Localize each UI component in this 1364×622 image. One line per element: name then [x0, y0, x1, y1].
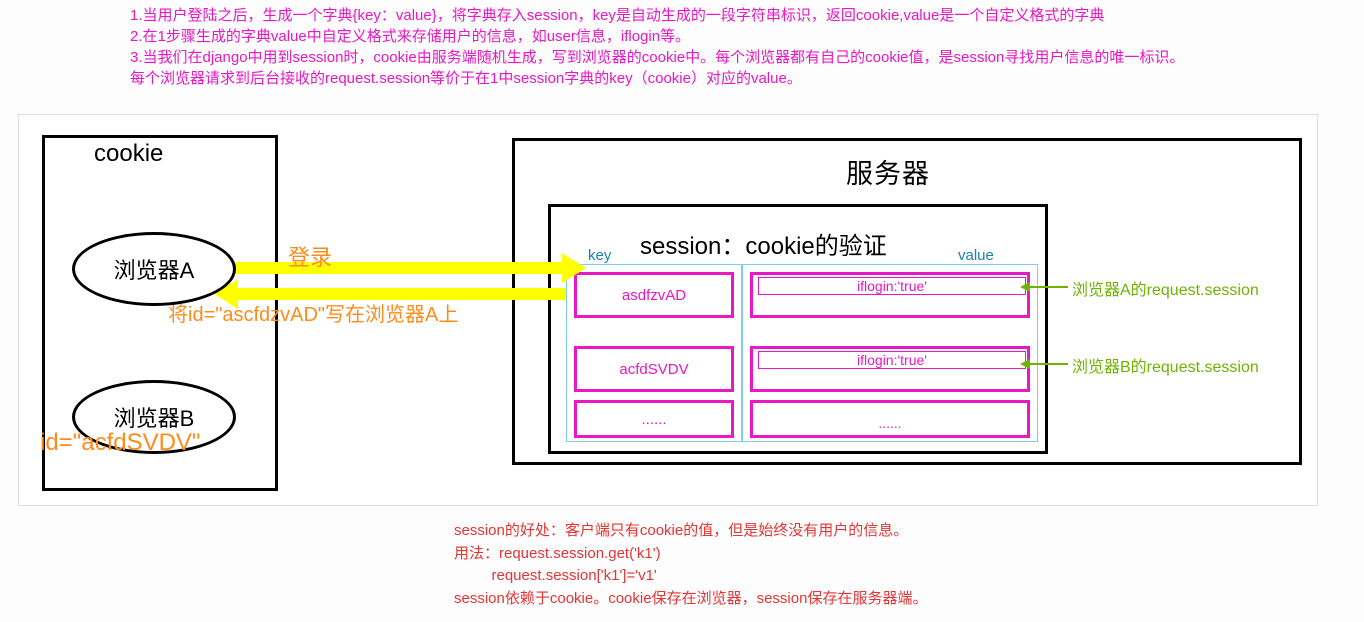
- bottom-line-2: 用法：request.session.get('k1'): [454, 543, 927, 566]
- session-value-2-inner: iflogin:'true': [758, 351, 1026, 369]
- bottom-line-3: request.session['k1']='v1': [454, 565, 927, 588]
- request-session-a-label: 浏览器A的request.session: [1072, 276, 1259, 300]
- session-value-3-inner: ......: [753, 415, 1027, 431]
- write-id-label: 将id="ascfdzvAD"写在浏览器A上: [168, 298, 458, 327]
- server-title: 服务器: [846, 152, 930, 191]
- session-key-2: acfdSVDV: [574, 346, 734, 392]
- request-session-a-arrow: [1030, 286, 1068, 288]
- cookie-title: cookie: [94, 140, 163, 168]
- session-key-1: asdfzvAD: [574, 272, 734, 318]
- session-value-1: iflogin:'true': [750, 272, 1030, 318]
- session-key-3: ......: [574, 400, 734, 438]
- desc-line-1: 1.当用户登陆之后，生成一个字典{key：value}，将字典存入session…: [130, 5, 1184, 26]
- browser-a-label: 浏览器A: [114, 253, 195, 285]
- desc-line-4: 每个浏览器请求到后台接收的request.session等价于在1中sessio…: [130, 68, 1184, 89]
- session-value-2: iflogin:'true': [750, 346, 1030, 392]
- login-label: 登录: [288, 240, 332, 272]
- bottom-description: session的好处：客户端只有cookie的值，但是始终没有用户的信息。 用法…: [454, 520, 927, 610]
- browser-b-id-text: id="acfdSVDV": [40, 429, 200, 457]
- desc-line-3: 3.当我们在django中用到session时，cookie由服务端随机生成，写…: [130, 47, 1184, 68]
- top-description: 1.当用户登陆之后，生成一个字典{key：value}，将字典存入session…: [130, 5, 1184, 89]
- browser-a-ellipse: 浏览器A: [72, 232, 236, 306]
- bottom-line-4: session依赖于cookie。cookie保存在浏览器，session保存在…: [454, 588, 927, 611]
- request-session-b-arrow: [1030, 363, 1068, 365]
- session-title: session：cookie的验证: [640, 226, 887, 261]
- key-column-label: key: [588, 247, 611, 264]
- session-value-1-inner: iflogin:'true': [758, 277, 1026, 295]
- request-session-b-label: 浏览器B的request.session: [1072, 353, 1259, 377]
- login-arrow-right: [234, 262, 564, 274]
- bottom-line-1: session的好处：客户端只有cookie的值，但是始终没有用户的信息。: [454, 520, 927, 543]
- session-value-3: ......: [750, 400, 1030, 438]
- desc-line-2: 2.在1步骤生成的字典value中自定义格式来存储用户的信息，如user信息，i…: [130, 26, 1184, 47]
- value-column-label: value: [958, 247, 994, 264]
